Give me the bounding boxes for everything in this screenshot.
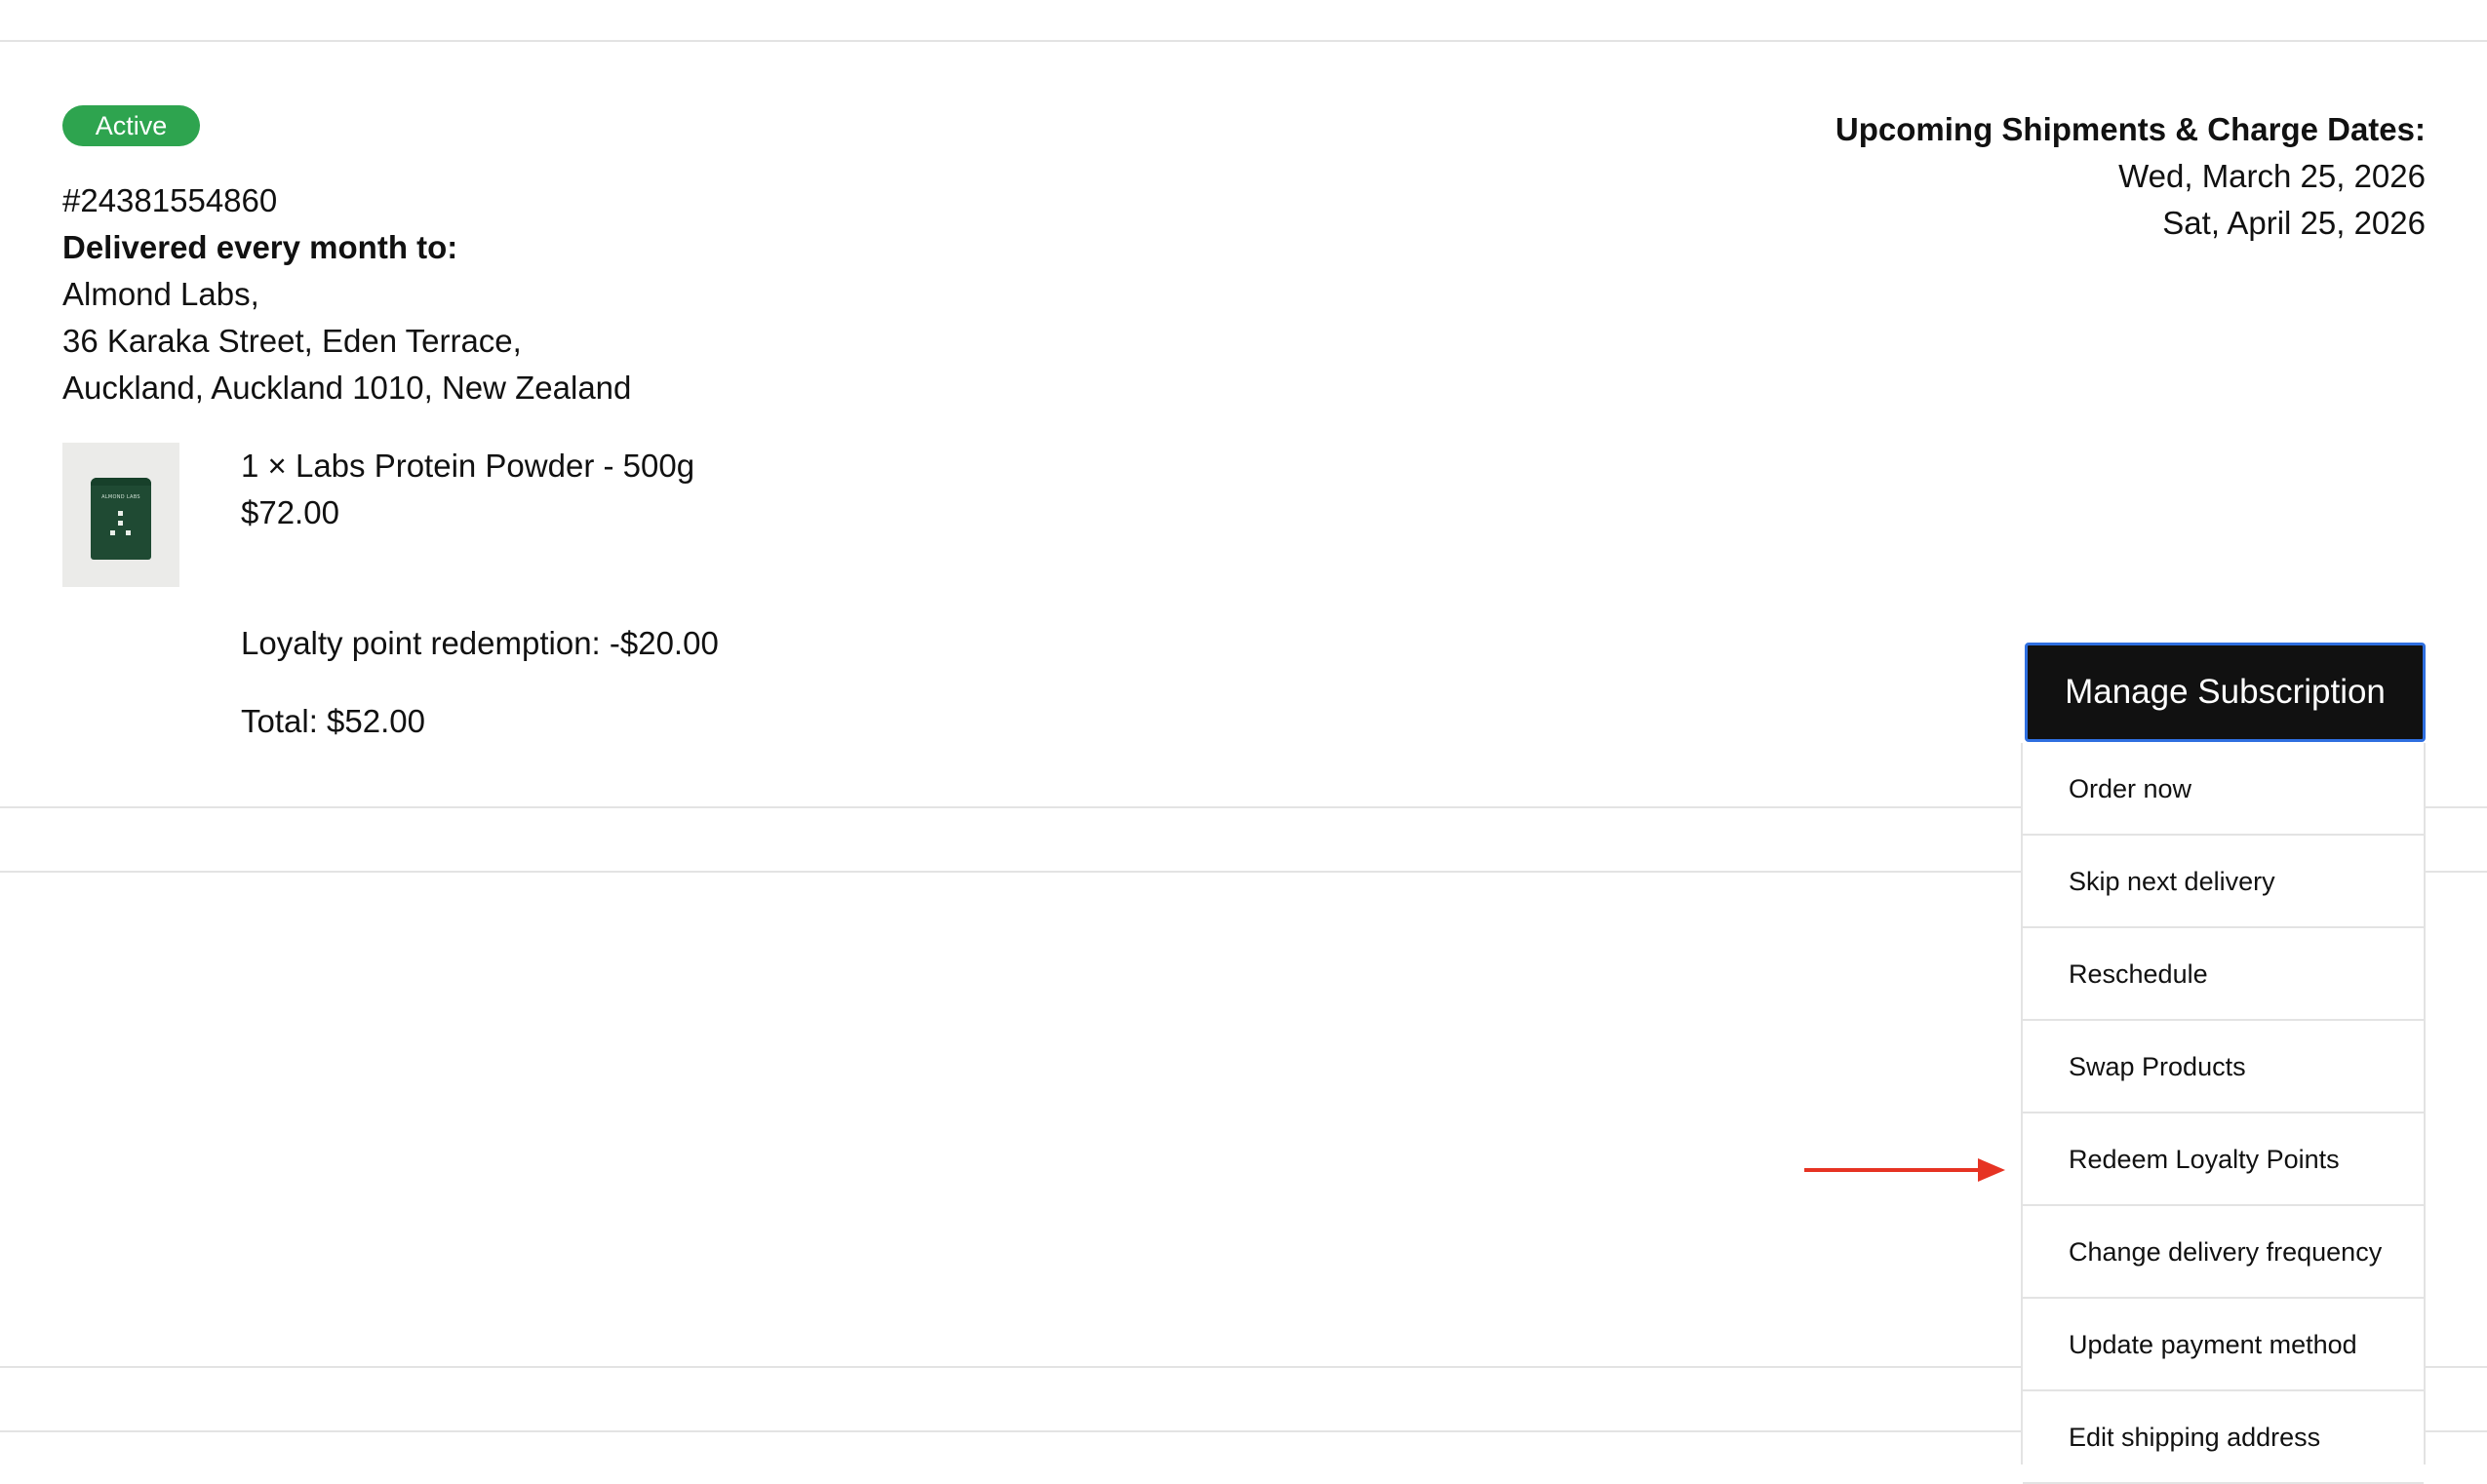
menu-item-update-payment-method[interactable]: Update payment method <box>2023 1299 2424 1391</box>
pouch-seal <box>91 478 151 486</box>
address-line-1: Almond Labs, <box>62 276 259 312</box>
product-pouch-image: ALMOND LABS <box>91 478 151 560</box>
shipment-date: Sat, April 25, 2026 <box>2162 205 2426 241</box>
delivery-heading: Delivered every month to: <box>62 229 458 265</box>
pouch-logo-mark <box>126 530 131 535</box>
status-badge: Active <box>62 105 200 146</box>
shipment-date: Wed, March 25, 2026 <box>2118 158 2426 194</box>
menu-item-order-now[interactable]: Order now <box>2023 743 2424 836</box>
loyalty-redemption: Loyalty point redemption: -$20.00 <box>241 625 719 661</box>
item-price: $72.00 <box>241 494 339 530</box>
menu-item-swap-products[interactable]: Swap Products <box>2023 1021 2424 1113</box>
order-total: Total: $52.00 <box>241 703 425 739</box>
item-description: 1 × Labs Protein Powder - 500g <box>241 448 695 484</box>
menu-item-redeem-loyalty-points[interactable]: Redeem Loyalty Points <box>2023 1113 2424 1206</box>
menu-item-edit-shipping-address[interactable]: Edit shipping address <box>2023 1391 2424 1484</box>
subscription-id: #24381554860 <box>62 182 278 218</box>
pouch-logo-mark <box>118 521 123 526</box>
top-divider <box>0 40 2487 42</box>
address-line-3: Auckland, Auckland 1010, New Zealand <box>62 370 632 406</box>
pouch-brand-text: ALMOND LABS <box>101 494 140 500</box>
pointer-arrow-icon <box>1804 1158 2005 1182</box>
manage-subscription-button[interactable]: Manage Subscription <box>2025 643 2426 742</box>
address-line-2: 36 Karaka Street, Eden Terrace, <box>62 323 522 359</box>
menu-item-reschedule[interactable]: Reschedule <box>2023 928 2424 1021</box>
product-thumbnail: ALMOND LABS <box>62 443 179 587</box>
menu-item-skip-next-delivery[interactable]: Skip next delivery <box>2023 836 2424 928</box>
pouch-logo-mark <box>118 511 123 516</box>
pouch-logo-mark <box>110 530 115 535</box>
manage-subscription-menu: Order now Skip next delivery Reschedule … <box>2021 743 2426 1484</box>
shipments-heading: Upcoming Shipments & Charge Dates: <box>1835 111 2426 147</box>
menu-item-change-delivery-frequency[interactable]: Change delivery frequency <box>2023 1206 2424 1299</box>
